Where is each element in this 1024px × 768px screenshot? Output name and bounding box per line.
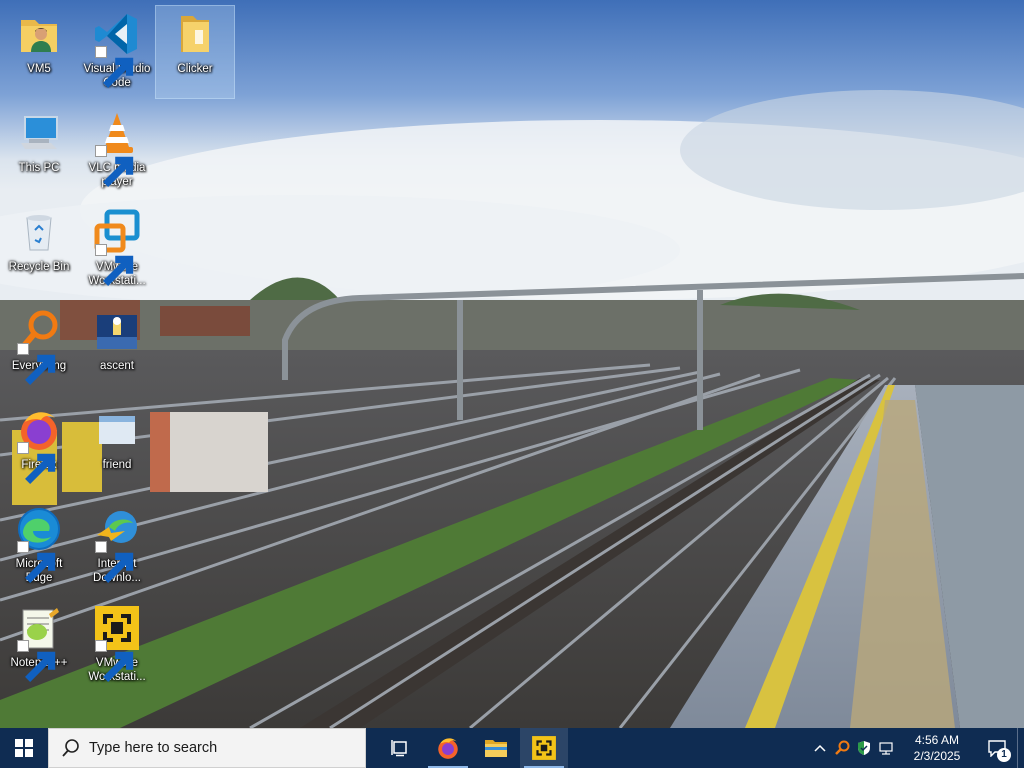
computer-icon (15, 109, 63, 157)
shortcut-arrow-icon (95, 46, 134, 88)
shortcut-arrow-icon (95, 145, 134, 187)
desktop-icon-label: ascent (100, 360, 134, 372)
taskbar: 4:56 AM 2/3/2025 1 (0, 728, 1024, 768)
vmware-icon (532, 736, 556, 760)
ascent-icon (93, 307, 141, 355)
show-desktop-button[interactable] (1017, 728, 1024, 768)
taskbar-search-box[interactable] (48, 728, 366, 768)
task-view-icon (391, 740, 407, 757)
notification-count-badge: 1 (997, 748, 1011, 762)
desktop-icon-visual-studio-code[interactable]: Visual Studio Code (78, 6, 156, 98)
taskbar-clock[interactable]: 4:56 AM 2/3/2025 (897, 728, 977, 768)
firefox-icon (15, 406, 63, 484)
desktop-icon-label: This PC (18, 162, 60, 174)
folder-icon (171, 10, 219, 58)
search-input[interactable] (89, 740, 349, 756)
taskbar-firefox-button[interactable] (424, 728, 472, 768)
desktop-icon-recycle-bin[interactable]: Recycle Bin (0, 204, 78, 296)
desktop-icon-label: Recycle Bin (8, 261, 70, 273)
shortcut-arrow-icon (17, 640, 56, 682)
user-folder-icon (15, 10, 63, 58)
desktop-icon-label: friend (102, 459, 132, 471)
desktop-icon-label: VM5 (27, 63, 51, 75)
start-button[interactable] (0, 728, 48, 768)
desktop-icon-ascent[interactable]: ascent (78, 303, 156, 395)
everything-search-icon (835, 740, 850, 755)
notepadpp-icon (15, 604, 63, 682)
everything-search-icon (15, 307, 63, 385)
desktop-icon-vmware-workstation[interactable]: VMware Workstati... (78, 204, 156, 296)
action-center-button[interactable]: 1 (977, 728, 1017, 768)
tray-security-button[interactable] (853, 728, 875, 768)
file-explorer-icon (485, 740, 507, 757)
shortcut-arrow-icon (17, 541, 56, 583)
desktop-icon-internet-download-manager[interactable]: Internet Downlo... (78, 501, 156, 593)
firefox-icon (438, 738, 458, 759)
shield-icon (858, 741, 870, 755)
taskbar-vmware-button[interactable] (520, 728, 568, 768)
windows-logo-icon (15, 739, 33, 757)
desktop-icon-clicker[interactable]: Clicker (155, 5, 235, 99)
show-hidden-icons-button[interactable] (809, 728, 831, 768)
desktop-icon-label: Clicker (177, 63, 213, 75)
desktop-icon-friend[interactable]: friend (78, 402, 156, 494)
desktop-icon-this-pc[interactable]: This PC (0, 105, 78, 197)
network-icon (879, 742, 893, 755)
chevron-up-icon (814, 744, 826, 752)
shortcut-arrow-icon (95, 640, 134, 682)
internet-download-manager-icon (93, 505, 141, 583)
taskbar-file-explorer-button[interactable] (472, 728, 520, 768)
search-icon (62, 739, 79, 757)
desktop-icon-vmware-workstation-pro[interactable]: VMware Workstati... (78, 600, 156, 692)
clock-date: 2/3/2025 (913, 749, 961, 763)
desktop-icon-vm5[interactable]: VM5 (0, 6, 78, 98)
vscode-icon (93, 10, 141, 88)
shortcut-arrow-icon (95, 541, 134, 583)
tray-everything-button[interactable] (831, 728, 853, 768)
desktop-icon-notepadpp[interactable]: Notepad++ (0, 600, 78, 692)
vlc-icon (93, 109, 141, 187)
edge-icon (15, 505, 63, 583)
shortcut-arrow-icon (95, 244, 134, 286)
tray-network-button[interactable] (875, 728, 897, 768)
clock-time: 4:56 AM (914, 733, 960, 747)
desktop-icon-firefox[interactable]: Firefox (0, 402, 78, 494)
friend-icon (93, 406, 141, 454)
shortcut-arrow-icon (17, 442, 56, 484)
shortcut-arrow-icon (17, 343, 56, 385)
task-view-button[interactable] (376, 728, 424, 768)
vmware-icon (93, 208, 141, 286)
vmware-workstation-pro-icon (93, 604, 141, 682)
desktop-icon-vlc[interactable]: VLC media player (78, 105, 156, 197)
desktop-icon-microsoft-edge[interactable]: Microsoft Edge (0, 501, 78, 593)
system-tray: 4:56 AM 2/3/2025 1 (809, 728, 1024, 768)
recycle-bin-icon (15, 208, 63, 256)
desktop-icon-everything[interactable]: Everything (0, 303, 78, 395)
